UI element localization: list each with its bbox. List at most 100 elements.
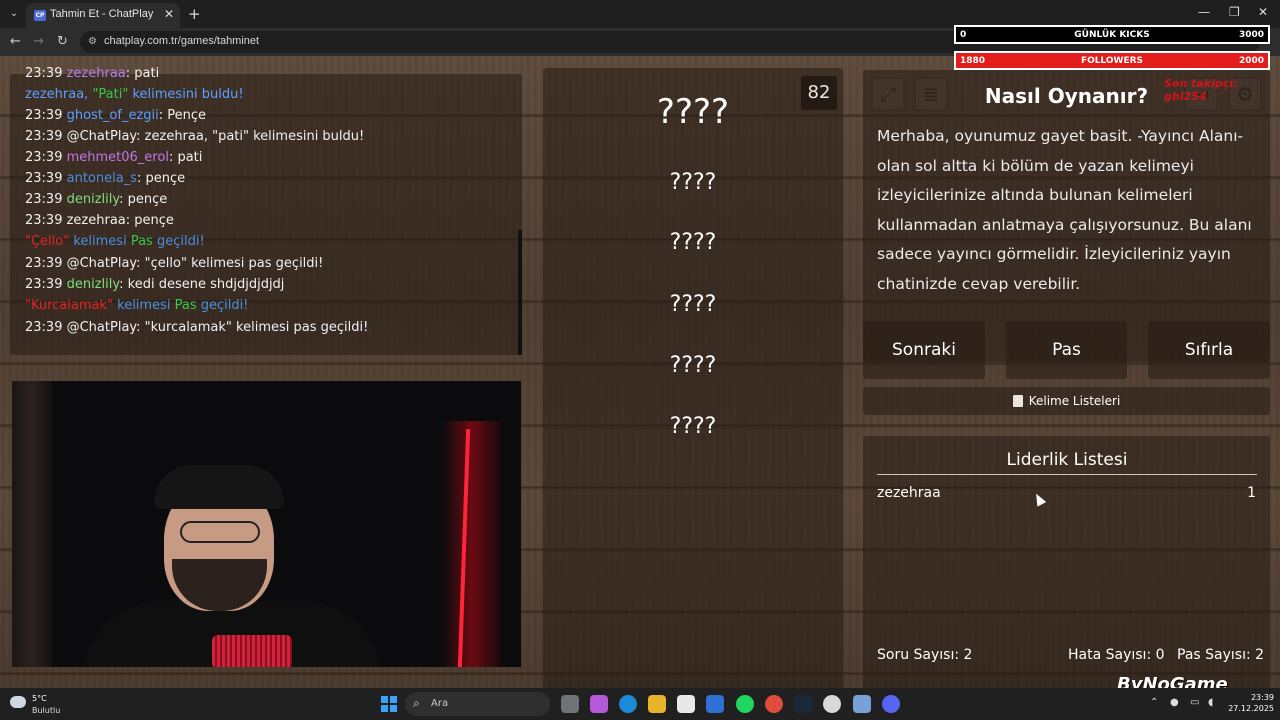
chat-text: pençe [134,213,174,228]
clock-date: 27.12.2025 [1228,704,1274,713]
chat-message: 23:39 @ChatPlay: "çello" kelimesi pas ge… [25,256,323,271]
next-button[interactable]: Sonraki [863,321,985,379]
error-count: Hata Sayısı: 0 [1068,647,1165,663]
chat-scrollbar[interactable] [518,230,522,355]
leaderboard-title: Liderlik Listesi [1006,450,1128,470]
new-tab-icon[interactable]: + [188,5,201,23]
forbidden-word: ???? [669,230,717,255]
forbidden-word: ???? [669,414,717,439]
chat-system-text: "Kurcalamak" [25,298,113,313]
minimize-icon[interactable]: — [1198,5,1210,19]
chat-text: kedi desene shdjdjdjdjdj [127,277,285,292]
file-explorer-icon[interactable] [648,695,666,713]
network-icon[interactable]: ▭ [1190,697,1199,708]
microphone [212,635,292,667]
mail-icon[interactable] [706,695,724,713]
chat-system-text: Pas [130,234,153,249]
target-word: ???? [656,92,730,132]
chat-system-text: geçildi! [196,298,249,313]
chat-username: denizlily [66,277,120,292]
weather-temp: 5°C [32,694,47,703]
taskbar: 5°C Bulutlu ⌕ Ara ⌃ ● ▭ ◖ 23:39 27.12.20… [0,688,1280,720]
search-placeholder: Ara [431,698,449,709]
tab-search-icon[interactable]: ⌄ [6,6,22,22]
followers-label: FOLLOWERS [1080,56,1144,66]
browser-tab[interactable]: CP Tahmin Et - ChatPlay ✕ [26,3,180,28]
chat-message: "Çello" kelimesi Pas geçildi! [25,234,205,249]
close-tab-icon[interactable]: ✕ [164,7,174,21]
chat-time: 23:39 [25,320,67,335]
store-icon[interactable] [677,695,695,713]
edge-icon[interactable] [619,695,637,713]
chat-separator: : [136,320,145,335]
leaderboard-divider [877,474,1257,475]
question-count: Soru Sayısı: 2 [877,647,973,663]
weather-desc: Bulutlu [32,706,61,715]
daily-kicks-bar: 0 GÜNLÜK KICKS 3000 [954,25,1270,44]
chat-system-text: Pas [174,298,197,313]
search-icon: ⌕ [413,696,420,710]
restore-icon[interactable]: ❐ [1229,5,1240,19]
taskbar-search[interactable]: ⌕ Ara [405,692,550,716]
forward-icon[interactable]: → [33,34,44,49]
spotify-icon[interactable] [736,695,754,713]
chat-message: 23:39 zezehraa: pençe [25,213,174,228]
chat-time: 23:39 [25,150,67,165]
chat-time: 23:39 [25,129,67,144]
chrome-icon[interactable] [765,695,783,713]
steam-icon[interactable] [794,695,812,713]
chat-text: kelimesini buldu! [132,87,244,102]
reload-icon[interactable]: ↻ [57,34,68,49]
tray-chevron-icon[interactable]: ⌃ [1150,697,1158,708]
word-lists-button[interactable]: Kelime Listeleri [863,387,1270,415]
kicks-label: GÜNLÜK KICKS [1074,30,1150,40]
chat-text: pençe [127,192,168,207]
cloud-icon [10,696,26,708]
forbidden-word: ???? [669,353,717,378]
chat-message: "Kurcalamak" kelimesi Pas geçildi! [25,298,248,313]
chat-username: antonela_s [66,171,137,186]
browser-tab-bar: ⌄ CP Tahmin Et - ChatPlay ✕ + — ❐ ✕ [0,0,1280,28]
obs-icon[interactable] [823,695,841,713]
pass-button[interactable]: Pas [1006,321,1127,379]
streamer-cap [154,465,284,509]
chat-time: 23:39 [25,277,67,292]
app-icon[interactable] [853,695,871,713]
forbidden-word: ???? [669,292,717,317]
taskbar-clock[interactable]: 23:39 27.12.2025 [1226,692,1274,714]
url-text: chatplay.com.tr/games/tahminet [104,35,260,47]
chat-message: 23:39 denizlily: pençe [25,192,167,207]
chat-message: 23:39 @ChatPlay: "kurcalamak" kelimesi p… [25,320,368,335]
back-icon[interactable]: ← [10,34,21,49]
chat-message: 23:39 mehmet06_erol: pati [25,150,202,165]
chat-text: zezehraa, "pati" kelimesini buldu! [144,129,365,144]
windows-start-icon[interactable] [381,696,397,712]
tab-title: Tahmin Et - ChatPlay [50,8,154,20]
copilot-icon[interactable] [590,695,608,713]
chat-separator: : [136,129,145,144]
chat-system-text: kelimesi [69,234,131,249]
chat-username: @ChatPlay [66,129,137,144]
reset-button[interactable]: Sıfırla [1148,321,1270,379]
chat-time: 23:39 [25,108,67,123]
mic-icon[interactable]: ● [1170,697,1179,708]
volume-icon[interactable]: ◖ [1208,697,1213,708]
site-info-icon[interactable]: ⚙ [88,36,99,47]
chat-separator: : [136,256,145,271]
red-light-glow [442,421,502,667]
chat-message: 23:39 denizlily: kedi desene shdjdjdjdjd… [25,277,284,292]
pass-count: Pas Sayısı: 2 [1177,647,1265,663]
chat-separator: : [119,192,128,207]
chat-username: zezehraa [66,213,126,228]
chat-system-text: geçildi! [152,234,205,249]
task-view-icon[interactable] [561,695,579,713]
window-close-icon[interactable]: ✕ [1258,5,1268,19]
chat-username: mehmet06_erol [66,150,169,165]
followers-bar: 1880 FOLLOWERS 2000 [954,51,1270,70]
chat-username: @ChatPlay [66,256,137,271]
chat-text: pati [134,66,160,81]
chat-username: @ChatPlay [66,320,137,335]
last-follower-text: Son takipçi: gbl254 [1164,77,1238,103]
discord-icon[interactable] [882,695,900,713]
chat-message: 23:39 zezehraa: pati [25,66,159,81]
